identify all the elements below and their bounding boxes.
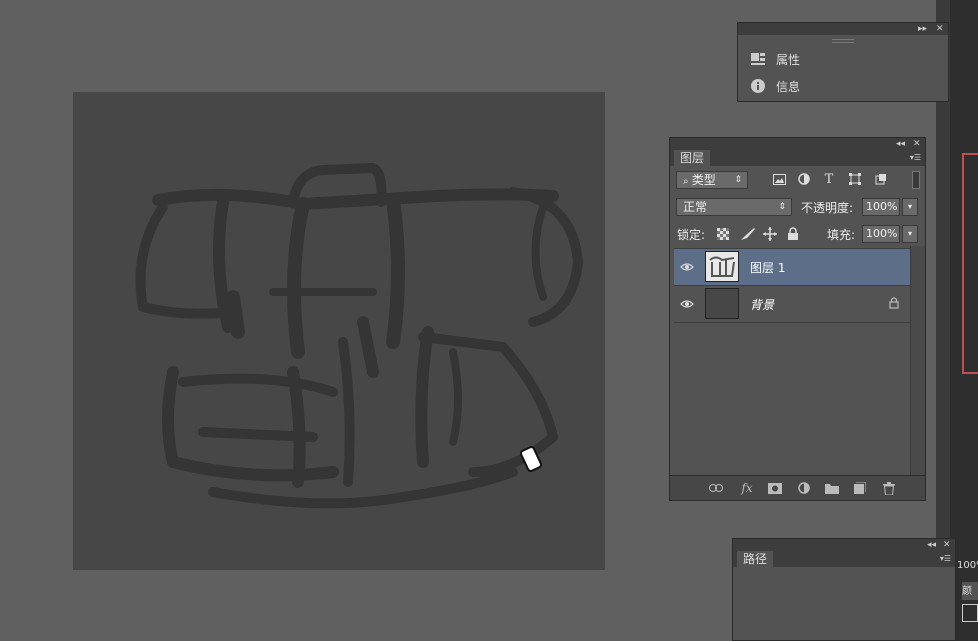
updown-arrow-icon: ⇕ xyxy=(778,202,786,212)
layer-thumbnail[interactable] xyxy=(705,288,739,319)
info-item[interactable]: 信息 xyxy=(750,76,800,96)
lock-icon xyxy=(889,297,899,312)
lock-brush-icon[interactable] xyxy=(740,227,756,244)
properties-item[interactable]: 属性 xyxy=(750,49,800,69)
properties-info-panel: ▸▸ ✕ 属性 信息 xyxy=(737,22,949,102)
paths-panel: ◂◂ ✕ 路径 ▾☰ xyxy=(732,538,956,641)
layer-name[interactable]: 背景 xyxy=(750,296,774,313)
filter-select-value: 类型 xyxy=(691,173,716,187)
grip-icon[interactable] xyxy=(832,39,854,43)
navigator-view-frame[interactable] xyxy=(962,153,978,374)
opacity-input[interactable]: 100% xyxy=(862,198,900,216)
panel-header[interactable]: ◂◂ ✕ xyxy=(670,138,925,150)
lock-transparent-icon[interactable] xyxy=(717,228,729,243)
blend-mode-select[interactable]: 正常 ⇕ xyxy=(676,198,792,216)
filter-pixel-icon[interactable] xyxy=(772,172,786,186)
trash-icon[interactable] xyxy=(881,480,897,496)
adjustment-icon[interactable] xyxy=(796,480,812,496)
info-label: 信息 xyxy=(776,79,801,94)
close-icon[interactable]: ✕ xyxy=(943,539,951,551)
filter-shape-icon[interactable] xyxy=(848,172,862,186)
updown-arrow-icon: ⇕ xyxy=(734,175,742,185)
lock-move-icon[interactable] xyxy=(763,227,777,244)
opacity-dropdown-icon[interactable]: ▾ xyxy=(902,198,918,216)
layer-thumbnail[interactable] xyxy=(705,251,739,282)
filter-type-icon[interactable]: T xyxy=(822,172,836,187)
filter-smart-object-icon[interactable] xyxy=(874,172,888,186)
panel-header[interactable]: ◂◂ ✕ xyxy=(733,539,955,551)
layer-name[interactable]: 图层 1 xyxy=(750,259,785,276)
expand-icon[interactable]: ▸▸ xyxy=(918,23,927,35)
new-layer-icon[interactable] xyxy=(852,480,868,496)
color-tab-fragment[interactable]: 颜 xyxy=(962,582,978,600)
color-swatch[interactable] xyxy=(962,604,978,622)
folder-icon[interactable] xyxy=(824,480,840,496)
visibility-eye-icon[interactable] xyxy=(680,261,694,273)
document-canvas[interactable] xyxy=(73,92,605,570)
layer-row-background[interactable]: 背景 xyxy=(674,285,911,322)
fill-label: 填充: xyxy=(827,228,856,242)
filter-toggle[interactable] xyxy=(912,171,920,189)
opacity-label: 不透明度: xyxy=(801,201,854,215)
lock-label: 锁定: xyxy=(677,228,706,242)
fill-input[interactable]: 100% xyxy=(862,225,900,243)
properties-label: 属性 xyxy=(776,52,801,67)
info-icon xyxy=(750,78,766,94)
collapse-icon[interactable]: ◂◂ xyxy=(927,539,936,551)
tab-paths[interactable]: 路径 xyxy=(737,551,774,567)
panel-menu-icon[interactable]: ▾☰ xyxy=(940,554,951,563)
layers-scrollbar[interactable] xyxy=(910,246,925,478)
fill-dropdown-icon[interactable]: ▾ xyxy=(902,225,918,243)
layers-panel: ◂◂ ✕ 图层 ▾☰ ⌕ 类型 ⇕ T 正常 ⇕ 不透明度: 100% ▾ 锁定: … xyxy=(669,137,926,501)
fx-icon[interactable]: fx xyxy=(739,480,755,496)
mask-icon[interactable] xyxy=(767,480,783,496)
visibility-eye-icon[interactable] xyxy=(680,298,694,310)
layer-list-divider xyxy=(674,322,911,323)
zoom-readout: 100% xyxy=(957,560,978,571)
lock-all-icon[interactable] xyxy=(787,227,799,244)
tab-layers[interactable]: 图层 xyxy=(674,150,711,166)
link-icon[interactable] xyxy=(708,480,724,496)
filter-adjustment-icon[interactable] xyxy=(797,172,811,186)
backpack-sketch xyxy=(135,163,583,509)
collapse-icon[interactable]: ◂◂ xyxy=(896,138,905,150)
search-icon: ⌕ xyxy=(683,176,692,187)
panel-menu-icon[interactable]: ▾☰ xyxy=(910,153,921,162)
panel-header[interactable]: ▸▸ ✕ xyxy=(738,23,948,35)
close-icon[interactable]: ✕ xyxy=(913,138,921,150)
close-icon[interactable]: ✕ xyxy=(936,23,944,35)
blend-mode-value: 正常 xyxy=(683,200,708,214)
properties-icon xyxy=(750,51,766,67)
layers-footer-toolbar: fx xyxy=(670,475,925,500)
layer-filter-select[interactable]: ⌕ 类型 ⇕ xyxy=(676,171,748,189)
layer-row-layer1[interactable]: 图层 1 xyxy=(674,248,911,285)
